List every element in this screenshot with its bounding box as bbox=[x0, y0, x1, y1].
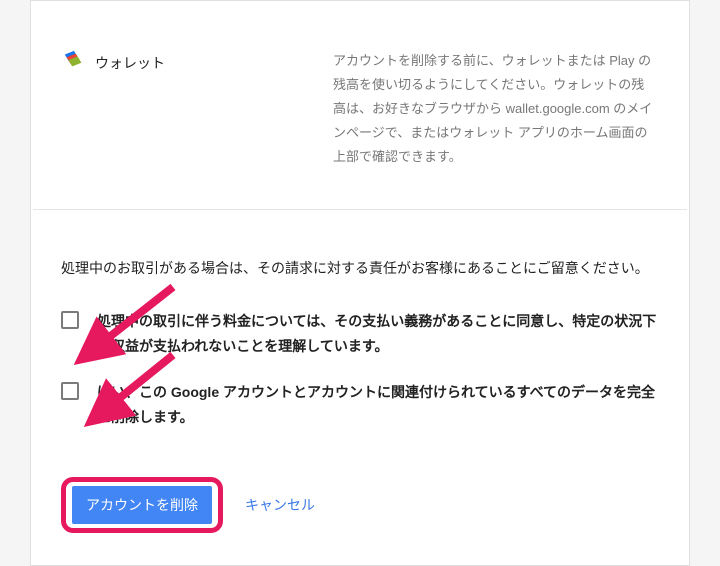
confirm-note: 処理中のお取引がある場合は、その請求に対する責任がお客様にあることにご留意くださ… bbox=[61, 256, 659, 281]
delete-button-highlight: アカウントを削除 bbox=[61, 477, 223, 533]
confirm-section: 処理中のお取引がある場合は、その請求に対する責任がお客様にあることにご留意くださ… bbox=[31, 210, 689, 461]
wallet-heading: ウォレット bbox=[63, 49, 333, 169]
checkbox-row-1: 処理中の取引に伴う料金については、その支払い義務があることに同意し、特定の状況下… bbox=[61, 309, 659, 358]
wallet-description: アカウントを削除する前に、ウォレットまたは Play の残高を使い切るようにして… bbox=[333, 49, 657, 169]
checkbox-fees[interactable] bbox=[61, 311, 79, 329]
cancel-link[interactable]: キャンセル bbox=[245, 495, 315, 515]
dialog-card: ウォレット アカウントを削除する前に、ウォレットまたは Play の残高を使い切… bbox=[30, 0, 690, 566]
checkbox-delete-all[interactable] bbox=[61, 382, 79, 400]
checkbox-fees-label[interactable]: 処理中の取引に伴う料金については、その支払い義務があることに同意し、特定の状況下… bbox=[97, 309, 659, 358]
delete-account-button[interactable]: アカウントを削除 bbox=[72, 486, 212, 524]
wallet-icon bbox=[63, 49, 95, 169]
wallet-title: ウォレット bbox=[95, 49, 165, 169]
wallet-section: ウォレット アカウントを削除する前に、ウォレットまたは Play の残高を使い切… bbox=[33, 1, 687, 210]
actions-row: アカウントを削除 キャンセル bbox=[31, 461, 689, 563]
checkbox-row-2: はい、この Google アカウントとアカウントに関連付けられているすべてのデー… bbox=[61, 380, 659, 429]
checkbox-delete-all-label[interactable]: はい、この Google アカウントとアカウントに関連付けられているすべてのデー… bbox=[97, 380, 659, 429]
